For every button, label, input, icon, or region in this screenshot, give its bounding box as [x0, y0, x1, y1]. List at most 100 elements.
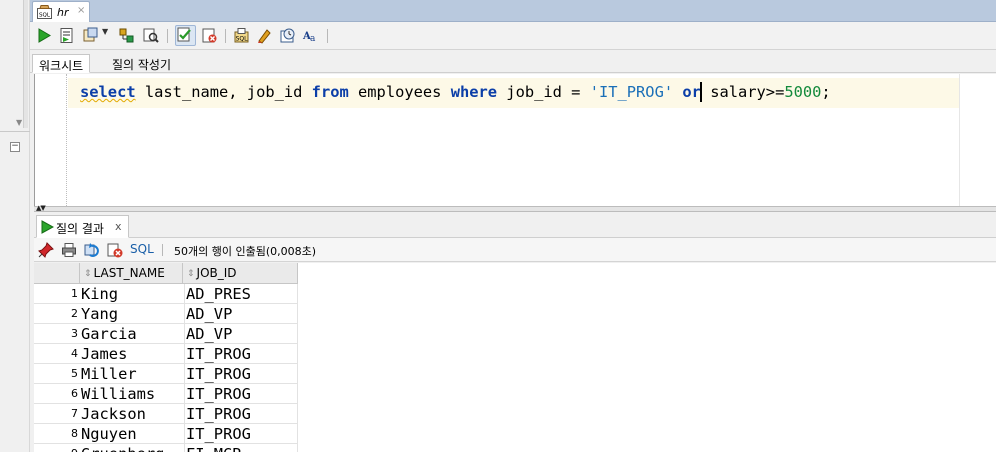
table-row[interactable]: 7 Jackson IT_PROG: [34, 404, 298, 424]
row-number: 7: [71, 407, 78, 420]
row-number: 3: [71, 327, 78, 340]
autotrace-dropdown-icon[interactable]: ▼: [102, 27, 108, 36]
pin-icon[interactable]: [38, 242, 54, 258]
cell-job-id[interactable]: IT_PROG: [184, 364, 298, 384]
table-row[interactable]: 3 Garcia AD_VP: [34, 324, 298, 344]
table-row[interactable]: 8 Nguyen IT_PROG: [34, 424, 298, 444]
cell-job-id[interactable]: FI_MGR: [184, 444, 298, 452]
rollback-icon[interactable]: [201, 27, 218, 44]
cell-last-name[interactable]: Gruenberg: [81, 444, 183, 452]
row-number: 1: [71, 287, 78, 300]
row-number: 6: [71, 387, 78, 400]
row-number: 8: [71, 427, 78, 440]
toolbar-separator: [167, 29, 168, 43]
sql-text: last_name, job_id: [135, 83, 312, 101]
left-panel-divider: [0, 131, 30, 132]
tab-worksheet[interactable]: 워크시트: [32, 54, 91, 73]
sql-editor[interactable]: select last_name, job_id from employees …: [34, 74, 996, 206]
sql-string-literal: 'IT_PROG': [589, 83, 674, 101]
sql-history-icon[interactable]: [279, 27, 296, 44]
sql-tuning-icon[interactable]: [142, 27, 159, 44]
row-number: 2: [71, 307, 78, 320]
cell-job-id[interactable]: IT_PROG: [184, 404, 298, 424]
close-tab-icon[interactable]: ×: [77, 5, 85, 16]
column-header-last-name[interactable]: ⇕ LAST_NAME: [80, 263, 183, 284]
results-grid-rows: 1 King AD_PRES 2 Yang AD_VP 3 Garcia AD_VP 4 James…: [34, 284, 298, 452]
results-grid-header: ⇕ LAST_NAME ⇕ JOB_ID: [34, 263, 298, 284]
commit-icon: [177, 27, 191, 42]
sort-icon[interactable]: ⇕: [187, 269, 195, 279]
document-tab-hr[interactable]: SQL hr ×: [32, 1, 90, 22]
editor-right-margin: [959, 74, 960, 206]
table-row[interactable]: 9GruenbergFI_MGR: [34, 444, 298, 452]
tab-query-builder[interactable]: 질의 작성기: [106, 54, 177, 73]
clear-icon[interactable]: [256, 27, 273, 44]
table-row[interactable]: 2 Yang AD_VP: [34, 304, 298, 324]
run-script-icon[interactable]: [58, 27, 75, 44]
sql-developer-window: ▼ − SQL hr × ▼ SQL Aa 워크시트 질의 작성기 select…: [0, 0, 996, 452]
results-toolbar-separator: [162, 244, 163, 256]
row-number: 5: [71, 367, 78, 380]
editor-line-gutter: [35, 74, 67, 206]
sql-text: ;: [821, 83, 831, 101]
worksheet-toolbar: ▼ SQL Aa: [30, 22, 996, 50]
cell-last-name[interactable]: Yang: [81, 304, 183, 324]
scroll-down-arrow-icon[interactable]: ▼: [16, 118, 22, 127]
autotrace-icon[interactable]: [82, 27, 99, 44]
row-number: 9: [34, 444, 78, 452]
sql-worksheet-icon: SQL: [37, 5, 52, 19]
sql-button[interactable]: SQL: [130, 242, 154, 256]
cell-last-name[interactable]: James: [81, 344, 183, 364]
explain-plan-icon[interactable]: [118, 27, 135, 44]
cell-job-id[interactable]: IT_PROG: [184, 424, 298, 444]
sql-keyword: where: [450, 83, 498, 101]
run-statement-icon[interactable]: [36, 27, 53, 44]
cell-job-id[interactable]: IT_PROG: [184, 384, 298, 404]
svg-text:SQL: SQL: [39, 13, 51, 19]
table-row[interactable]: 5 Miller IT_PROG: [34, 364, 298, 384]
column-header-job-id[interactable]: ⇕ JOB_ID: [183, 263, 298, 284]
table-row[interactable]: 4 James IT_PROG: [34, 344, 298, 364]
cell-job-id[interactable]: AD_PRES: [184, 284, 298, 304]
refresh-icon[interactable]: [84, 242, 100, 258]
splitter-arrows-icon[interactable]: ▲▼: [36, 204, 46, 212]
format-icon[interactable]: Aa: [302, 27, 319, 44]
cell-last-name[interactable]: Miller: [81, 364, 183, 384]
left-panel-gutter: ▼ −: [0, 0, 30, 452]
results-tab-strip: 질의 결과 x: [34, 212, 996, 238]
unshared-sql-icon[interactable]: SQL: [233, 27, 250, 44]
svg-text:a: a: [310, 34, 316, 44]
worksheet-subtabs: 워크시트 질의 작성기: [30, 51, 996, 73]
cell-job-id[interactable]: AD_VP: [184, 324, 298, 344]
row-number: 4: [71, 347, 78, 360]
commit-button[interactable]: [175, 25, 196, 46]
document-tab-strip: SQL hr ×: [30, 0, 996, 22]
cell-last-name[interactable]: Garcia: [81, 324, 183, 344]
results-grid[interactable]: ⇕ LAST_NAME ⇕ JOB_ID 1 King AD_PRES 2 Yang AD_V…: [34, 263, 996, 452]
cell-job-id[interactable]: AD_VP: [184, 304, 298, 324]
table-row[interactable]: 1 King AD_PRES: [34, 284, 298, 304]
left-panel-scrollbar[interactable]: [23, 0, 28, 128]
cell-last-name[interactable]: King: [81, 284, 183, 304]
cell-last-name[interactable]: Jackson: [81, 404, 183, 424]
close-result-tab-icon[interactable]: x: [115, 220, 122, 233]
print-icon[interactable]: [61, 242, 77, 258]
fetch-status-message: 50개의 행이 인출됨(0,008초): [174, 245, 317, 258]
table-row[interactable]: 6 Williams IT_PROG: [34, 384, 298, 404]
toolbar-separator: [225, 29, 226, 43]
sql-statement[interactable]: select last_name, job_id from employees …: [80, 82, 831, 102]
tab-query-result[interactable]: 질의 결과 x: [36, 215, 129, 238]
query-result-tab-label: 질의 결과: [56, 222, 104, 236]
cell-last-name[interactable]: Williams: [81, 384, 183, 404]
cancel-fetch-icon[interactable]: [107, 242, 123, 258]
document-tab-label: hr: [57, 6, 69, 19]
cell-last-name[interactable]: Nguyen: [81, 424, 183, 444]
sort-icon[interactable]: ⇕: [84, 269, 92, 279]
collapse-icon[interactable]: −: [10, 142, 20, 152]
results-toolbar: SQL 50개의 행이 인출됨(0,008초): [34, 238, 996, 262]
sql-text: employees: [348, 83, 451, 101]
cell-job-id[interactable]: IT_PROG: [184, 344, 298, 364]
toolbar-separator: [327, 29, 328, 43]
query-result-icon: [41, 220, 54, 234]
